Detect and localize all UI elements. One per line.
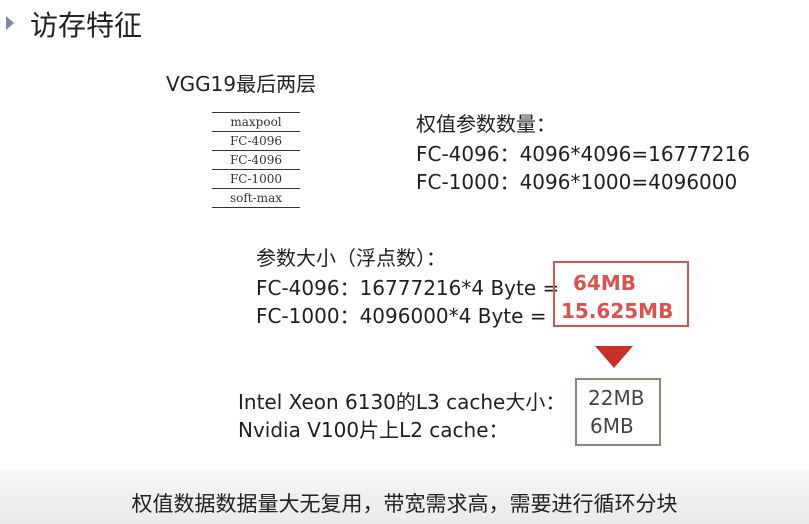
layer-row-softmax: soft-max [212, 188, 300, 208]
slide-title: 访存特征 [30, 9, 143, 42]
param-count-heading: 权值参数数量： [416, 112, 556, 136]
caption-text: 权值数据数据量大无复用，带宽需求高，需要进行循环分块 [131, 492, 678, 516]
param-count-fc4096: FC-4096：4096*4096=16777216 [416, 142, 750, 166]
layer-row-maxpool: maxpool [212, 112, 300, 131]
layer-row-fc4096-a: FC-4096 [212, 131, 300, 150]
title-bullet-arrow-icon [6, 16, 14, 30]
layer-row-fc4096-b: FC-4096 [212, 150, 300, 169]
cache-v100-value: 6MB [590, 414, 634, 438]
layer-row-fc1000: FC-1000 [212, 169, 300, 188]
down-arrow-icon [595, 346, 633, 368]
param-count-fc1000: FC-1000：4096*1000=4096000 [416, 170, 738, 194]
param-size-fc4096-value: 64MB [573, 271, 636, 295]
param-size-fc1000-value: 15.625MB [561, 299, 674, 323]
cache-v100-label: Nvidia V100片上L2 cache： [238, 418, 509, 442]
param-size-fc1000: FC-1000：4096000*4 Byte = [256, 304, 547, 328]
subtitle: VGG19最后两层 [166, 72, 317, 96]
cache-xeon-label: Intel Xeon 6130的L3 cache大小： [238, 390, 566, 414]
param-size-heading: 参数大小（浮点数）： [256, 246, 446, 270]
layer-table: maxpool FC-4096 FC-4096 FC-1000 soft-max [212, 112, 300, 208]
param-size-fc4096: FC-4096：16777216*4 Byte = [256, 276, 560, 300]
cache-xeon-value: 22MB [588, 386, 645, 410]
